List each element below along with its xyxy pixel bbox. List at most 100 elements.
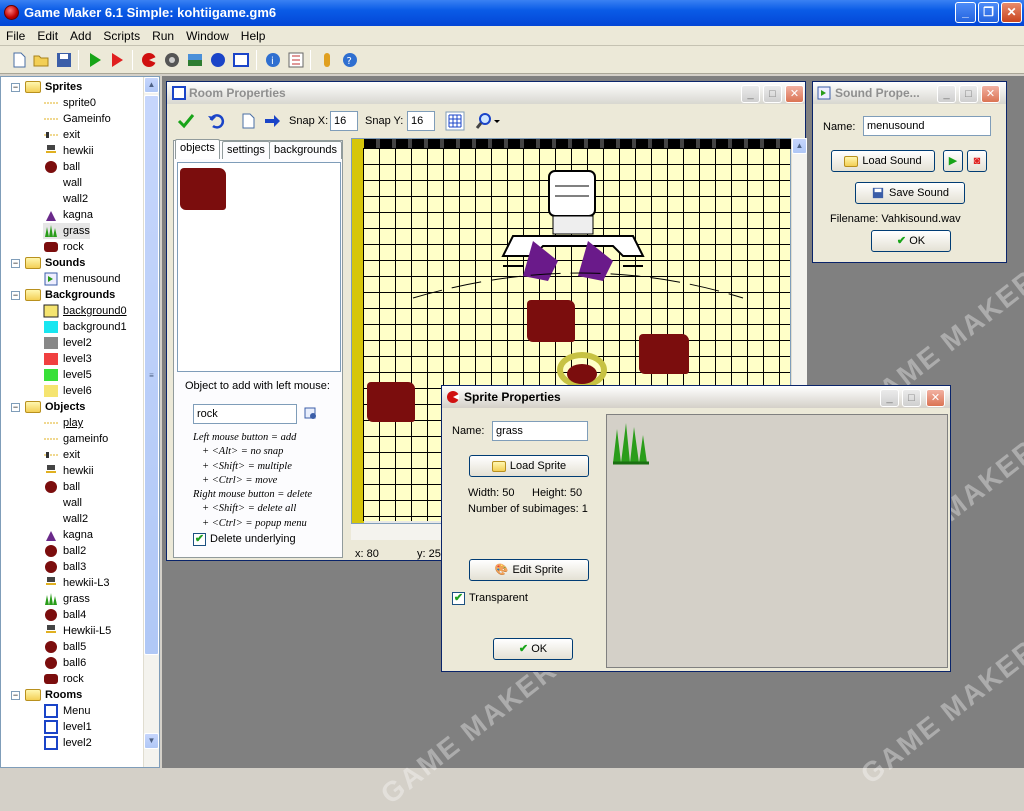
tree-item-sprite0[interactable]: sprite0 <box>43 95 96 111</box>
tree-item-exit[interactable]: exit <box>43 127 80 143</box>
tree-item-level2[interactable]: level2 <box>43 335 92 351</box>
sound-name-input[interactable]: menusound <box>863 116 991 136</box>
tree-folder-backgrounds[interactable]: Backgrounds <box>25 287 115 303</box>
minimize-button[interactable]: _ <box>955 2 976 23</box>
tree-item-level1-room[interactable]: level1 <box>43 719 92 735</box>
tree-item-gameinfo-obj[interactable]: gameinfo <box>43 431 108 447</box>
tab-backgrounds[interactable]: backgrounds <box>269 141 342 159</box>
snap-y-input[interactable]: 16 <box>407 111 435 131</box>
scroll-down-icon[interactable]: ▼ <box>144 733 159 749</box>
object-select-input[interactable]: rock <box>193 404 297 424</box>
add-room-icon[interactable] <box>232 51 250 69</box>
tree-item-grass-obj[interactable]: grass <box>43 591 90 607</box>
sprite-name-input[interactable]: grass <box>492 421 588 441</box>
undo-icon[interactable] <box>207 112 225 130</box>
add-sprite-icon[interactable] <box>140 51 158 69</box>
tree-item-ball[interactable]: ball <box>43 159 80 175</box>
open-folder-icon[interactable] <box>32 51 50 69</box>
save-disk-icon[interactable] <box>55 51 73 69</box>
tree-item-menu-room[interactable]: Menu <box>43 703 91 719</box>
tree-item-kagna[interactable]: kagna <box>43 207 93 223</box>
object-menu-icon[interactable] <box>303 406 319 422</box>
tree-item-hewkii-l5[interactable]: Hewkii-L5 <box>43 623 111 639</box>
tree-item-ball4[interactable]: ball4 <box>43 607 86 623</box>
tree-item-background0[interactable]: background0 <box>43 303 127 319</box>
collapse-icon[interactable]: − <box>11 291 20 300</box>
room-minimize-button[interactable]: _ <box>741 85 760 103</box>
tree-folder-sounds[interactable]: Sounds <box>25 255 85 271</box>
tree-item-menusound[interactable]: menusound <box>43 271 121 287</box>
sprite-minimize-button[interactable]: _ <box>880 389 899 407</box>
scroll-up-icon[interactable]: ▲ <box>792 138 807 154</box>
game-info-icon[interactable]: i <box>264 51 282 69</box>
zoom-icon[interactable] <box>475 112 501 130</box>
shift-arrow-icon[interactable] <box>263 112 281 130</box>
save-sound-button[interactable]: Save Sound <box>855 182 965 204</box>
checkmark-ok-icon[interactable] <box>177 112 195 130</box>
room-close-button[interactable]: ✕ <box>785 85 804 103</box>
resource-tree[interactable]: Sprites − sprite0 Gameinfo exit hewkii b… <box>0 76 160 768</box>
scroll-up-icon[interactable]: ▲ <box>144 77 159 93</box>
tree-item-gameinfo[interactable]: Gameinfo <box>43 111 111 127</box>
tree-item-level3[interactable]: level3 <box>43 351 92 367</box>
menu-file[interactable]: File <box>0 26 31 46</box>
sound-maximize-button[interactable]: □ <box>959 85 978 103</box>
tree-item-rock-obj[interactable]: rock <box>43 671 84 687</box>
close-button[interactable]: ✕ <box>1001 2 1022 23</box>
stop-sound-icon[interactable]: ◙ <box>967 150 987 172</box>
tab-objects[interactable]: objects <box>175 139 220 159</box>
tree-folder-sprites[interactable]: Sprites <box>25 79 82 95</box>
tree-scrollbar[interactable]: ▲ ≡ ▼ <box>143 77 159 767</box>
tree-item-hewkii-obj[interactable]: hewkii <box>43 463 94 479</box>
tree-item-ball-obj[interactable]: ball <box>43 479 80 495</box>
add-sound-icon[interactable] <box>163 51 181 69</box>
run-debug-icon[interactable] <box>108 51 126 69</box>
sound-ok-button[interactable]: ✔ OK <box>871 230 951 252</box>
tree-item-exit-obj[interactable]: exit <box>43 447 80 463</box>
menu-window[interactable]: Window <box>180 26 235 46</box>
tree-item-level5[interactable]: level5 <box>43 367 92 383</box>
tree-item-wall[interactable]: wall <box>63 175 82 191</box>
clear-room-icon[interactable] <box>239 112 257 130</box>
sprite-window-titlebar[interactable]: Sprite Properties <box>442 386 950 408</box>
load-sound-button[interactable]: Load Sound <box>831 150 935 172</box>
menu-scripts[interactable]: Scripts <box>97 26 146 46</box>
menu-add[interactable]: Add <box>64 26 97 46</box>
collapse-icon[interactable]: − <box>11 259 20 268</box>
tree-item-ball2[interactable]: ball2 <box>43 543 86 559</box>
room-maximize-button[interactable]: □ <box>763 85 782 103</box>
tree-item-ball6[interactable]: ball6 <box>43 655 86 671</box>
sprite-maximize-button[interactable]: □ <box>902 389 921 407</box>
edit-sprite-button[interactable]: 🎨 Edit Sprite <box>469 559 589 581</box>
help-icon[interactable]: ? <box>341 51 359 69</box>
sprite-ok-button[interactable]: ✔ OK <box>493 638 573 660</box>
menu-run[interactable]: Run <box>146 26 180 46</box>
tree-item-play[interactable]: play <box>43 415 83 431</box>
restore-button[interactable]: ❐ <box>978 2 999 23</box>
tree-item-hewkii-l3[interactable]: hewkii-L3 <box>43 575 109 591</box>
tree-item-rock[interactable]: rock <box>43 239 84 255</box>
sprite-close-button[interactable]: ✕ <box>926 389 945 407</box>
room-window-titlebar[interactable]: Room Properties <box>167 82 805 104</box>
scroll-thumb[interactable]: ≡ <box>144 95 159 655</box>
global-settings-icon[interactable] <box>287 51 305 69</box>
menu-help[interactable]: Help <box>235 26 272 46</box>
sound-close-button[interactable]: ✕ <box>981 85 1000 103</box>
tree-item-background1[interactable]: background1 <box>43 319 127 335</box>
snap-x-input[interactable]: 16 <box>330 111 358 131</box>
tree-item-ball5[interactable]: ball5 <box>43 639 86 655</box>
extensions-icon[interactable] <box>318 51 336 69</box>
load-sprite-button[interactable]: Load Sprite <box>469 455 589 477</box>
run-icon[interactable] <box>86 51 104 69</box>
tree-item-wall2[interactable]: wall2 <box>63 191 88 207</box>
collapse-icon[interactable]: − <box>11 83 20 92</box>
collapse-icon[interactable]: − <box>11 691 20 700</box>
tree-item-wall-obj[interactable]: wall <box>63 495 82 511</box>
tree-item-ball3[interactable]: ball3 <box>43 559 86 575</box>
add-object-icon[interactable] <box>209 51 227 69</box>
tree-item-hewkii[interactable]: hewkii <box>43 143 94 159</box>
grid-toggle-icon[interactable] <box>445 111 465 131</box>
tree-item-wall2-obj[interactable]: wall2 <box>63 511 88 527</box>
transparent-checkbox[interactable]: ✔ <box>452 592 465 605</box>
tree-item-level6[interactable]: level6 <box>43 383 92 399</box>
